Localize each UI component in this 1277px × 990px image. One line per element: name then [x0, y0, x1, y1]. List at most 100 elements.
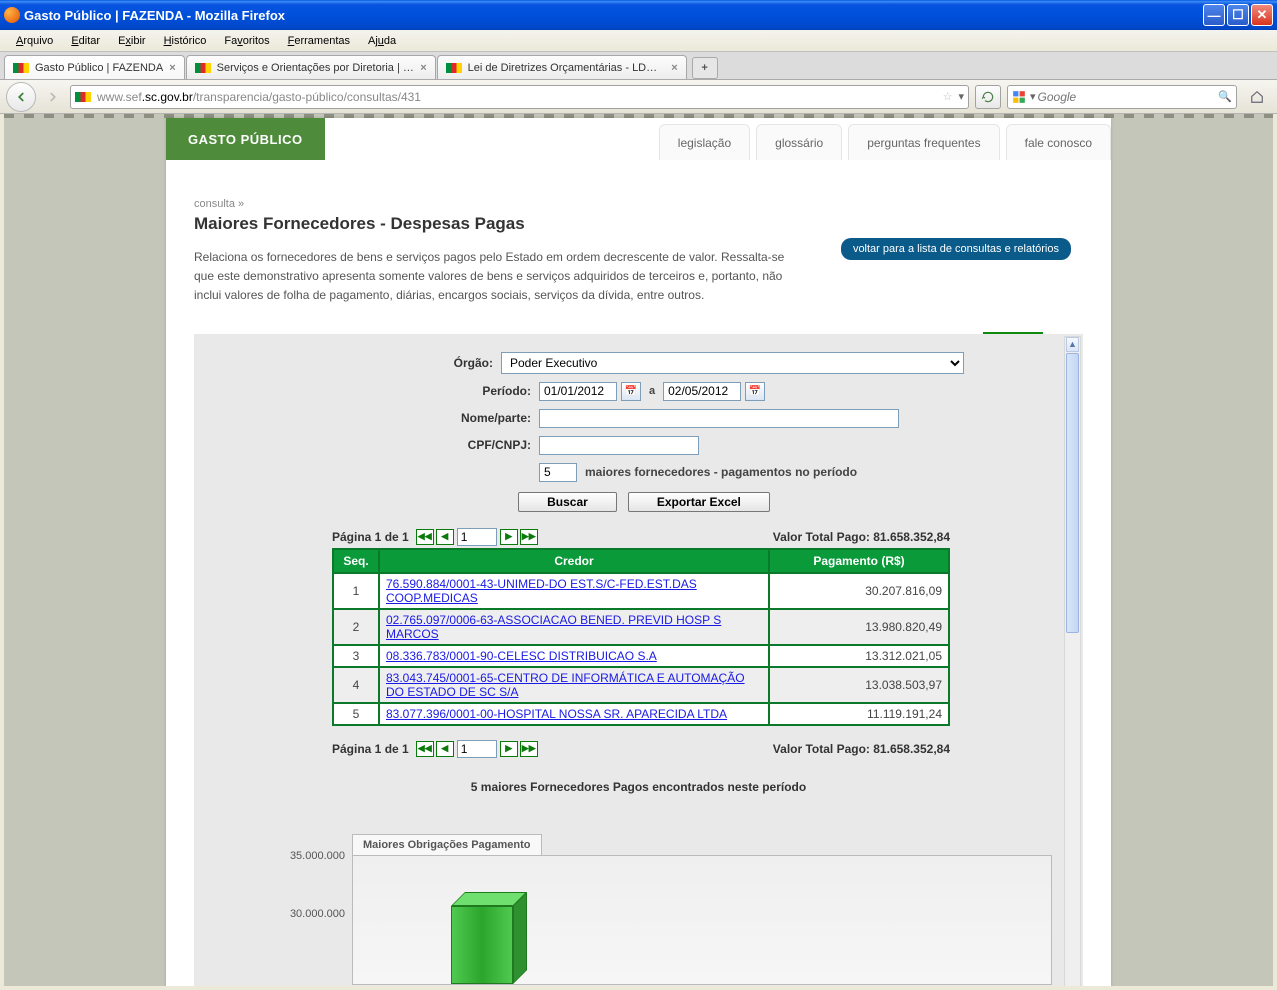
- window-minimize-button[interactable]: —: [1203, 4, 1225, 26]
- pager-page-input[interactable]: [457, 528, 497, 546]
- credor-link[interactable]: 76.590.884/0001-43-UNIMED-DO EST.S/C-FED…: [386, 577, 697, 605]
- cell-seq: 3: [333, 645, 379, 667]
- chart-tab[interactable]: Maiores Obrigações Pagamento: [352, 834, 542, 855]
- cell-seq: 4: [333, 667, 379, 703]
- nav-fale-conosco[interactable]: fale conosco: [1006, 124, 1111, 160]
- window-close-button[interactable]: ✕: [1251, 4, 1273, 26]
- site-favicon-icon: [75, 92, 91, 102]
- window-maximize-button[interactable]: ☐: [1227, 4, 1249, 26]
- nav-legislacao[interactable]: legislação: [659, 124, 750, 160]
- results-table: Seq. Credor Pagamento (R$) 1 76.590.884/…: [332, 548, 950, 726]
- cpf-input[interactable]: [539, 436, 699, 455]
- search-box[interactable]: ▾ 🔍: [1007, 85, 1237, 109]
- pager-top: Página 1 de 1 ◀◀ ◀ ▶ ▶▶ Valor Total Pago…: [332, 528, 950, 546]
- table-row: 3 08.336.783/0001-90-CELESC DISTRIBUICAO…: [333, 645, 949, 667]
- y-tick-label: 30.000.000: [275, 908, 345, 966]
- browser-tab-1[interactable]: Gasto Público | FAZENDA ×: [4, 55, 185, 79]
- bookmark-star-icon[interactable]: ☆: [943, 90, 953, 103]
- credor-link[interactable]: 83.077.396/0001-00-HOSPITAL NOSSA SR. AP…: [386, 707, 727, 721]
- cell-pagamento: 13.312.021,05: [769, 645, 949, 667]
- chart-y-axis: 35.000.000 30.000.000: [275, 850, 345, 966]
- date-to-input[interactable]: [663, 382, 741, 401]
- menu-ajuda[interactable]: Ajuda: [360, 33, 404, 49]
- pager-label: Página 1 de 1: [332, 742, 409, 756]
- count-input[interactable]: [539, 463, 577, 482]
- credor-link[interactable]: 83.043.745/0001-65-CENTRO DE INFORMÁTICA…: [386, 671, 745, 699]
- cell-seq: 1: [333, 573, 379, 609]
- scroll-up-icon[interactable]: ▲: [1066, 337, 1079, 352]
- arrow-left-icon: [14, 90, 28, 104]
- brand-tab[interactable]: GASTO PÚBLICO: [166, 118, 325, 160]
- pager-prev-button[interactable]: ◀: [436, 741, 454, 757]
- url-dropdown-icon[interactable]: ▾: [958, 90, 964, 103]
- table-row: 2 02.765.097/0006-63-ASSOCIACAO BENED. P…: [333, 609, 949, 645]
- window-titlebar: Gasto Público | FAZENDA - Mozilla Firefo…: [0, 0, 1277, 30]
- nav-glossario[interactable]: glossário: [756, 124, 842, 160]
- tab-close-icon[interactable]: ×: [671, 62, 677, 74]
- credor-link[interactable]: 02.765.097/0006-63-ASSOCIACAO BENED. PRE…: [386, 613, 721, 641]
- orgao-select[interactable]: Poder Executivo: [501, 352, 964, 374]
- search-icon[interactable]: 🔍: [1218, 90, 1232, 103]
- menu-historico[interactable]: Histórico: [156, 33, 215, 49]
- pager-page-input[interactable]: [457, 740, 497, 758]
- pager-last-button[interactable]: ▶▶: [520, 741, 538, 757]
- pager-last-button[interactable]: ▶▶: [520, 529, 538, 545]
- nome-input[interactable]: [539, 409, 899, 428]
- cell-credor: 83.077.396/0001-00-HOSPITAL NOSSA SR. AP…: [379, 703, 769, 725]
- cell-credor: 02.765.097/0006-63-ASSOCIACAO BENED. PRE…: [379, 609, 769, 645]
- cell-credor: 76.590.884/0001-43-UNIMED-DO EST.S/C-FED…: [379, 573, 769, 609]
- cell-seq: 2: [333, 609, 379, 645]
- back-to-list-button[interactable]: voltar para a lista de consultas e relat…: [841, 238, 1071, 260]
- browser-tabstrip: Gasto Público | FAZENDA × Serviços e Ori…: [0, 52, 1277, 80]
- site-header: GASTO PÚBLICO legislação glossário pergu…: [166, 118, 1111, 160]
- calendar-to-button[interactable]: 📅: [745, 382, 765, 401]
- th-credor: Credor: [379, 549, 769, 573]
- buscar-button[interactable]: Buscar: [518, 492, 617, 512]
- favicon-icon: [195, 63, 211, 73]
- forward-button[interactable]: [42, 86, 64, 108]
- search-input[interactable]: [1038, 90, 1219, 104]
- tab-close-icon[interactable]: ×: [169, 62, 175, 74]
- menu-editar[interactable]: Editar: [63, 33, 108, 49]
- url-bar[interactable]: www.sef.sc.gov.br/transparencia/gasto-pú…: [70, 85, 969, 109]
- pager-first-button[interactable]: ◀◀: [416, 741, 434, 757]
- pager-next-button[interactable]: ▶: [500, 741, 518, 757]
- home-button[interactable]: [1243, 83, 1271, 111]
- menu-favoritos[interactable]: Favoritos: [216, 33, 277, 49]
- table-row: 4 83.043.745/0001-65-CENTRO DE INFORMÁTI…: [333, 667, 949, 703]
- page-description: Relaciona os fornecedores de bens e serv…: [194, 248, 794, 306]
- pager-bottom: Página 1 de 1 ◀◀ ◀ ▶ ▶▶ Valor Total Pago…: [332, 740, 950, 758]
- browser-tab-3[interactable]: Lei de Diretrizes Orçamentárias - LDO | …: [437, 55, 687, 79]
- favicon-icon: [13, 63, 29, 73]
- menu-exibir[interactable]: Exibir: [110, 33, 154, 49]
- panel-scrollbar[interactable]: ▲ ▼: [1064, 336, 1081, 986]
- cell-pagamento: 13.980.820,49: [769, 609, 949, 645]
- tab-close-icon[interactable]: ×: [420, 62, 426, 74]
- scroll-thumb[interactable]: [1066, 353, 1079, 633]
- new-tab-button[interactable]: +: [692, 57, 718, 79]
- menu-ferramentas[interactable]: Ferramentas: [280, 33, 358, 49]
- page-title: Maiores Fornecedores - Despesas Pagas: [194, 214, 1083, 234]
- table-row: 5 83.077.396/0001-00-HOSPITAL NOSSA SR. …: [333, 703, 949, 725]
- pager-next-button[interactable]: ▶: [500, 529, 518, 545]
- browser-tab-2[interactable]: Serviços e Orientações por Diretoria | F…: [186, 55, 436, 79]
- calendar-from-button[interactable]: 📅: [621, 382, 641, 401]
- exportar-excel-button[interactable]: Exportar Excel: [628, 492, 770, 512]
- browser-menubar: AArquivorquivo Editar Exibir Histórico F…: [0, 30, 1277, 52]
- cell-pagamento: 13.038.503,97: [769, 667, 949, 703]
- nav-perguntas[interactable]: perguntas frequentes: [848, 124, 999, 160]
- menu-arquivo[interactable]: AArquivorquivo: [8, 33, 61, 49]
- window-title: Gasto Público | FAZENDA - Mozilla Firefo…: [24, 8, 1203, 23]
- filter-form: Órgão: Poder Executivo Período: 📅 a 📅: [324, 352, 964, 512]
- th-pagamento: Pagamento (R$): [769, 549, 949, 573]
- reload-button[interactable]: [975, 85, 1001, 109]
- cpf-label: CPF/CNPJ:: [324, 438, 539, 452]
- table-row: 1 76.590.884/0001-43-UNIMED-DO EST.S/C-F…: [333, 573, 949, 609]
- breadcrumb: consulta »: [194, 198, 1083, 210]
- back-button[interactable]: [6, 82, 36, 112]
- credor-link[interactable]: 08.336.783/0001-90-CELESC DISTRIBUICAO S…: [386, 649, 657, 663]
- date-from-input[interactable]: [539, 382, 617, 401]
- pager-first-button[interactable]: ◀◀: [416, 529, 434, 545]
- count-suffix: maiores fornecedores - pagamentos no per…: [585, 465, 857, 479]
- pager-prev-button[interactable]: ◀: [436, 529, 454, 545]
